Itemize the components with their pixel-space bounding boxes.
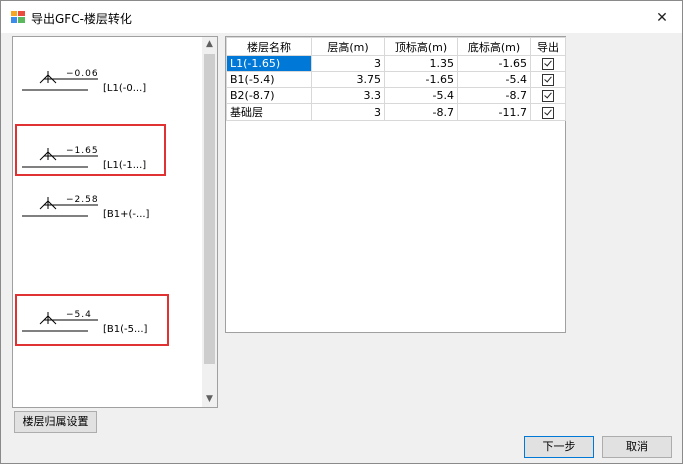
scroll-thumb[interactable] <box>204 54 215 364</box>
floor-setting-button[interactable]: 楼层归属设置 <box>14 411 97 433</box>
floor-preview-panel[interactable]: −0.06 [L1(-0...] −1.65 [L1(-1...] −2.58 … <box>12 36 218 408</box>
cancel-button[interactable]: 取消 <box>602 436 672 458</box>
column-header[interactable]: 顶标高(m) <box>384 37 458 56</box>
export-cell[interactable] <box>530 71 566 88</box>
bottom-elevation-cell[interactable]: -5.4 <box>457 71 531 88</box>
export-checkbox[interactable] <box>542 58 554 70</box>
bottom-elevation-cell[interactable]: -1.65 <box>457 55 531 72</box>
export-checkbox[interactable] <box>542 106 554 119</box>
floor-name-cell[interactable]: B1(-5.4) <box>226 71 312 88</box>
table-header: 楼层名称 层高(m) 顶标高(m) 底标高(m) 导出 <box>226 37 566 56</box>
floor-preview-item[interactable]: −0.06 [L1(-0...] <box>18 69 188 109</box>
table-row[interactable]: B1(-5.4) 3.75 -1.65 -5.4 <box>226 71 566 88</box>
floor-label: [L1(-0...] <box>103 83 147 94</box>
height-cell[interactable]: 3.3 <box>311 87 385 104</box>
floor-table[interactable]: 楼层名称 层高(m) 顶标高(m) 底标高(m) 导出 L1(-1.65) 3 … <box>225 36 566 333</box>
height-cell[interactable]: 3 <box>311 103 385 121</box>
top-elevation-cell[interactable]: -8.7 <box>384 103 458 121</box>
column-header[interactable]: 底标高(m) <box>457 37 531 56</box>
preview-scrollbar[interactable]: ▲ ▼ <box>202 37 217 407</box>
table-row[interactable]: 基础层 3 -8.7 -11.7 <box>226 103 566 121</box>
window-title: 导出GFC-楼层转化 <box>31 12 132 26</box>
elevation-value: −0.06 <box>66 69 99 79</box>
export-cell[interactable] <box>530 103 566 121</box>
floor-label: [B1+(-...] <box>103 209 150 220</box>
table-row[interactable]: L1(-1.65) 3 1.35 -1.65 <box>226 55 566 72</box>
close-icon[interactable]: ✕ <box>651 8 673 28</box>
scroll-down-icon[interactable]: ▼ <box>202 392 217 407</box>
table-row[interactable]: B2(-8.7) 3.3 -5.4 -8.7 <box>226 87 566 104</box>
highlight-box <box>15 124 166 176</box>
height-cell[interactable]: 3 <box>311 55 385 72</box>
floor-preview-item[interactable]: −2.58 [B1+(-...] <box>18 195 188 235</box>
top-elevation-cell[interactable]: -1.65 <box>384 71 458 88</box>
column-header[interactable]: 层高(m) <box>311 37 385 56</box>
height-cell[interactable]: 3.75 <box>311 71 385 88</box>
bottom-elevation-cell[interactable]: -11.7 <box>457 103 531 121</box>
floor-name-cell[interactable]: L1(-1.65) <box>226 55 312 72</box>
app-icon <box>11 11 25 23</box>
title-bar: 导出GFC-楼层转化 ✕ <box>1 1 682 33</box>
export-cell[interactable] <box>530 55 566 72</box>
elevation-value: −2.58 <box>66 195 99 205</box>
dialog-window: 导出GFC-楼层转化 ✕ −0.06 [L1(-0...] −1.65 [L1(… <box>0 0 683 464</box>
export-cell[interactable] <box>530 87 566 104</box>
export-checkbox[interactable] <box>542 90 554 102</box>
bottom-elevation-cell[interactable]: -8.7 <box>457 87 531 104</box>
scroll-up-icon[interactable]: ▲ <box>202 37 217 52</box>
top-elevation-cell[interactable]: -5.4 <box>384 87 458 104</box>
export-checkbox[interactable] <box>542 74 554 86</box>
floor-name-cell[interactable]: 基础层 <box>226 103 312 121</box>
column-header[interactable]: 导出 <box>530 37 566 56</box>
next-button[interactable]: 下一步 <box>524 436 594 458</box>
floor-name-cell[interactable]: B2(-8.7) <box>226 87 312 104</box>
highlight-box <box>15 294 169 346</box>
top-elevation-cell[interactable]: 1.35 <box>384 55 458 72</box>
column-header[interactable]: 楼层名称 <box>226 37 312 56</box>
